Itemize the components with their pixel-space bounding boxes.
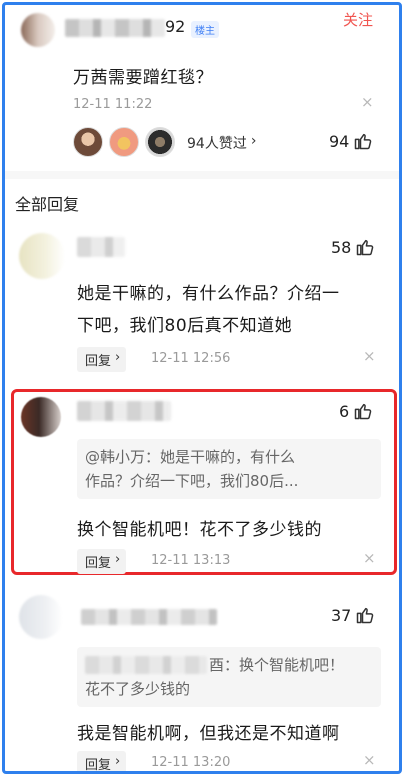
quoted-reply[interactable]: 酉：换个智能机吧！ 花不了多少钱的: [77, 647, 381, 707]
avatar[interactable]: [19, 595, 63, 639]
close-icon[interactable]: ×: [363, 347, 376, 365]
comment-thread-frame: 92 楼主 关注 万茜需要蹭红毯？ 12-11 11:22 × 94人赞过 › …: [2, 2, 402, 774]
chevron-right-icon: ›: [115, 754, 121, 769]
quoted-username-blurred: [85, 656, 207, 674]
like-button[interactable]: 94: [329, 131, 373, 151]
avatar[interactable]: [21, 13, 55, 47]
reply-text-line-2: 下吧，我们80后真不知道她: [77, 316, 293, 336]
likers-link[interactable]: 94人赞过 ›: [187, 133, 256, 153]
quoted-reply[interactable]: @韩小万：她是干嘛的，有什么 作品？介绍一下吧，我们80后...: [77, 439, 381, 499]
reply-time: 12-11 13:13: [151, 553, 231, 568]
avatar[interactable]: [19, 233, 65, 279]
avatar[interactable]: [21, 397, 61, 437]
close-icon[interactable]: ×: [363, 751, 376, 769]
reply-label: 回复: [85, 758, 112, 773]
like-button[interactable]: 6: [339, 401, 373, 421]
comment-text: 万茜需要蹭红毯？: [73, 68, 213, 88]
reply-label: 回复: [85, 354, 112, 369]
reply-time: 12-11 13:20: [151, 755, 231, 770]
username-suffix: 92: [165, 17, 186, 36]
reply-text: 我是智能机啊，但我还是不知道啊: [77, 724, 340, 744]
reply-button[interactable]: 回复 ›: [77, 549, 127, 574]
reply-text-line-1: 她是干嘛的，有什么作品？介绍一: [77, 284, 340, 304]
like-count: 6: [339, 401, 350, 421]
close-icon[interactable]: ×: [361, 93, 374, 111]
username-blurred[interactable]: [77, 237, 125, 257]
username-blurred[interactable]: [65, 19, 165, 37]
comment-time: 12-11 11:22: [73, 97, 153, 112]
like-count: 37: [331, 605, 352, 625]
likers-label: 94人赞过: [187, 136, 247, 152]
thumbs-up-icon: [355, 133, 372, 150]
quote-line-1: 酉：换个智能机吧！: [209, 656, 345, 674]
like-button[interactable]: 58: [331, 237, 375, 257]
reply-text: 换个智能机吧！花不了多少钱的: [77, 520, 322, 540]
reply-time: 12-11 12:56: [151, 351, 231, 366]
section-title: 全部回复: [15, 195, 80, 214]
liker-avatar-1[interactable]: [73, 127, 103, 157]
chevron-right-icon: ›: [115, 350, 121, 365]
quote-line-2: 花不了多少钱的: [85, 680, 191, 698]
thumbs-up-icon: [354, 403, 372, 420]
reply-button[interactable]: 回复 ›: [77, 347, 127, 372]
reply-label: 回复: [85, 556, 112, 571]
follow-button[interactable]: 关注: [343, 9, 373, 30]
thumbs-up-icon: [357, 239, 374, 256]
liker-avatar-3[interactable]: [145, 127, 175, 157]
author-tag: 楼主: [191, 21, 219, 38]
quote-line-2: 作品？介绍一下吧，我们80后...: [85, 472, 299, 490]
like-count: 58: [331, 237, 352, 257]
username-blurred[interactable]: [81, 609, 217, 625]
quote-line-1: @韩小万：她是干嘛的，有什么: [85, 448, 296, 466]
reply-button[interactable]: 回复 ›: [77, 751, 127, 773]
section-divider: [5, 171, 399, 179]
like-count: 94: [329, 131, 350, 151]
close-icon[interactable]: ×: [363, 549, 376, 567]
like-button[interactable]: 37: [331, 605, 375, 625]
liker-avatar-2[interactable]: [109, 127, 139, 157]
chevron-right-icon: ›: [250, 133, 257, 149]
thumbs-up-icon: [357, 607, 374, 624]
chevron-right-icon: ›: [115, 552, 121, 567]
username-blurred[interactable]: [77, 401, 171, 421]
